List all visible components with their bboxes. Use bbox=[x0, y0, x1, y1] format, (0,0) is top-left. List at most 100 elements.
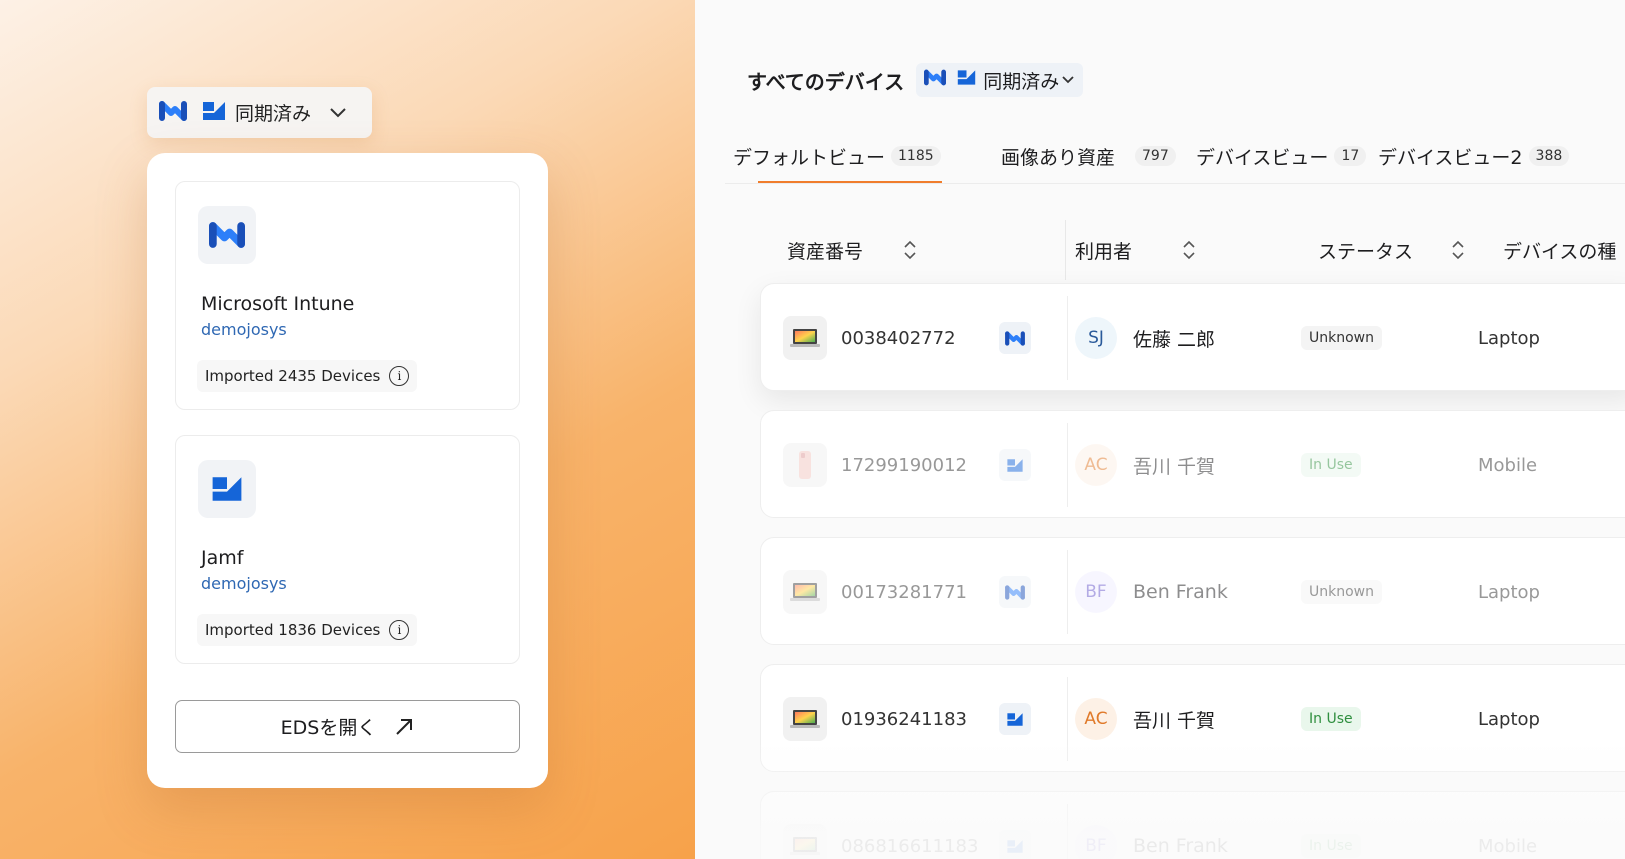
column-header-asset-no[interactable]: 資産番号 bbox=[787, 220, 947, 280]
user-cell[interactable]: AC 吾川 千賀 bbox=[1075, 665, 1215, 773]
column-label: 資産番号 bbox=[787, 240, 864, 263]
mdm-source bbox=[999, 411, 1031, 519]
integration-name: Microsoft Intune bbox=[201, 293, 355, 315]
tab-default-view[interactable]: デフォルトビュー 1185 bbox=[733, 128, 942, 184]
user-cell[interactable]: BF Ben Frank bbox=[1075, 792, 1228, 859]
integration-intune[interactable]: Microsoft Intune demojosys Imported 2435… bbox=[175, 181, 520, 410]
column-header-device-type[interactable]: デバイスの種 bbox=[1503, 220, 1616, 280]
column-header-user[interactable]: 利用者 bbox=[1075, 220, 1196, 280]
user-cell[interactable]: SJ 佐藤 二郎 bbox=[1075, 284, 1215, 392]
avatar: SJ bbox=[1075, 317, 1117, 359]
table-row[interactable]: 086816611183 BF Ben Frank In Use Mobile bbox=[760, 791, 1625, 859]
user-cell[interactable]: AC 吾川 千賀 bbox=[1075, 411, 1215, 519]
asset-number: 01936241183 bbox=[841, 708, 967, 730]
chevron-down-icon bbox=[1062, 76, 1074, 84]
info-icon[interactable]: i bbox=[389, 620, 410, 640]
asset-number: 086816611183 bbox=[841, 835, 979, 857]
status-badge: In Use bbox=[1301, 453, 1361, 477]
status-badge: Unknown bbox=[1301, 580, 1382, 604]
table-row[interactable]: 0038402772 SJ 佐藤 二郎 Unknown Laptop bbox=[760, 283, 1625, 391]
integration-jamf[interactable]: Jamf demojosys Imported 1836 Devices i bbox=[175, 435, 520, 664]
info-icon[interactable]: i bbox=[389, 366, 410, 386]
table-row[interactable]: 01936241183 AC 吾川 千賀 In Use Laptop bbox=[760, 664, 1625, 772]
tab-device-view-2[interactable]: デバイスビュー2 388 bbox=[1378, 128, 1570, 184]
sync-status-dropdown[interactable]: 同期済み bbox=[147, 87, 372, 138]
mdm-source bbox=[999, 665, 1031, 773]
integration-name: Jamf bbox=[201, 547, 244, 569]
device-list-panel: すべてのデバイス 同期済み デフォルトビュー 1185 画像あり資産 797 デ… bbox=[695, 0, 1625, 859]
user-name: 佐藤 二郎 bbox=[1133, 328, 1216, 351]
column-label: 利用者 bbox=[1075, 240, 1133, 263]
status-badge: In Use bbox=[1301, 834, 1361, 858]
mdm-source bbox=[999, 284, 1031, 392]
column-header-status[interactable]: ステータス bbox=[1318, 220, 1465, 280]
status-cell: Unknown bbox=[1301, 284, 1382, 392]
avatar: BF bbox=[1075, 571, 1117, 613]
device-type: Laptop bbox=[1478, 327, 1540, 349]
laptop-icon bbox=[790, 837, 820, 855]
chevron-down-icon bbox=[329, 103, 347, 122]
tab-count: 797 bbox=[1135, 146, 1176, 166]
sort-icon[interactable] bbox=[1451, 239, 1465, 261]
table-row[interactable]: 17299190012 AC 吾川 千賀 In Use Mobile bbox=[760, 410, 1625, 518]
integration-account[interactable]: demojosys bbox=[201, 320, 287, 339]
imported-count-label: Imported 1836 Devices bbox=[205, 621, 381, 639]
external-link-arrow-icon bbox=[396, 718, 413, 735]
asset-number: 0038402772 bbox=[841, 327, 956, 349]
intune-icon bbox=[1005, 330, 1025, 346]
phone-icon bbox=[799, 451, 811, 479]
tab-label: デバイスビュー bbox=[1196, 146, 1329, 169]
asset-number: 00173281771 bbox=[841, 581, 967, 603]
jamf-icon bbox=[1007, 839, 1023, 853]
tab-count: 17 bbox=[1334, 146, 1367, 166]
device-thumbnail bbox=[783, 411, 827, 519]
avatar: AC bbox=[1075, 444, 1117, 486]
view-tabs: デフォルトビュー 1185 画像あり資産 797 デバイスビュー 17 デバイス… bbox=[733, 128, 1625, 184]
intune-icon bbox=[924, 68, 947, 92]
device-thumbnail bbox=[783, 284, 827, 392]
tab-label: デバイスビュー2 bbox=[1378, 146, 1523, 169]
status-badge: In Use bbox=[1301, 707, 1361, 731]
intune-icon bbox=[198, 206, 256, 264]
jamf-icon bbox=[201, 99, 227, 127]
integrations-card: Microsoft Intune demojosys Imported 2435… bbox=[147, 153, 548, 788]
laptop-icon bbox=[790, 329, 820, 347]
device-type: Laptop bbox=[1478, 581, 1540, 603]
device-thumbnail bbox=[783, 665, 827, 773]
sync-status-label: 同期済み bbox=[983, 70, 1060, 93]
tab-device-view[interactable]: デバイスビュー 17 bbox=[1196, 128, 1367, 184]
tab-assets-with-images[interactable]: 画像あり資産 797 bbox=[1001, 128, 1176, 184]
imported-count-badge: Imported 1836 Devices i bbox=[197, 614, 418, 646]
status-cell: In Use bbox=[1301, 665, 1361, 773]
user-name: Ben Frank bbox=[1133, 581, 1228, 603]
status-cell: Unknown bbox=[1301, 538, 1382, 646]
status-cell: In Use bbox=[1301, 411, 1361, 519]
laptop-icon bbox=[790, 583, 820, 601]
device-type: Mobile bbox=[1478, 454, 1538, 476]
open-eds-button[interactable]: EDSを開く bbox=[175, 700, 520, 753]
device-type: Laptop bbox=[1478, 708, 1540, 730]
sort-icon[interactable] bbox=[903, 239, 917, 261]
user-cell[interactable]: BF Ben Frank bbox=[1075, 538, 1228, 646]
page-title-row: すべてのデバイス 同期済み bbox=[747, 62, 1084, 98]
laptop-icon bbox=[790, 710, 820, 728]
imported-count-badge: Imported 2435 Devices i bbox=[197, 360, 418, 392]
device-thumbnail bbox=[783, 792, 827, 859]
jamf-icon bbox=[198, 460, 256, 518]
table-row[interactable]: 00173281771 BF Ben Frank Unknown Laptop bbox=[760, 537, 1625, 645]
avatar: BF bbox=[1075, 825, 1117, 859]
jamf-icon bbox=[1007, 712, 1023, 726]
status-badge: Unknown bbox=[1301, 326, 1382, 350]
tab-count: 388 bbox=[1528, 146, 1570, 166]
jamf-icon bbox=[1007, 458, 1023, 472]
tab-count: 1185 bbox=[891, 146, 941, 166]
sync-status-dropdown[interactable]: 同期済み bbox=[916, 63, 1084, 97]
intune-icon bbox=[159, 99, 187, 127]
user-name: 吾川 千賀 bbox=[1133, 709, 1216, 732]
tab-label: デフォルトビュー bbox=[733, 146, 886, 169]
sort-icon[interactable] bbox=[1182, 239, 1196, 261]
status-cell: In Use bbox=[1301, 792, 1361, 859]
integration-account[interactable]: demojosys bbox=[201, 574, 287, 593]
mdm-source bbox=[999, 538, 1031, 646]
user-name: 吾川 千賀 bbox=[1133, 455, 1216, 478]
